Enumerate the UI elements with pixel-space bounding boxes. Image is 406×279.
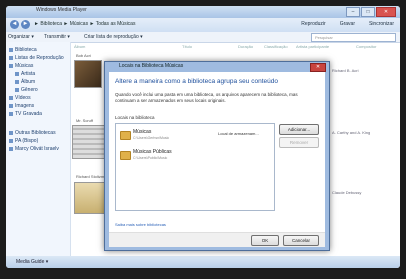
search-input[interactable]: Pesquisar xyxy=(311,33,396,42)
artist-icon xyxy=(15,71,19,76)
library-icon xyxy=(9,47,13,52)
sidebar-item-genre[interactable]: Gênero xyxy=(15,87,38,93)
create-playlist-menu[interactable]: Criar lista de reprodução ▾ xyxy=(84,34,143,40)
tab-play[interactable]: Reproduzir xyxy=(301,21,325,27)
column-composer[interactable]: Compositor xyxy=(356,44,376,49)
column-artist[interactable]: Artista participante xyxy=(296,44,329,49)
top-tabs: Reproduzir Gravar Sincronizar xyxy=(301,21,394,27)
list-item[interactable]: Músicas C:\Users\Gerhsn\Music Local de a… xyxy=(120,129,270,147)
artist-cell: A. Carthy and A. King xyxy=(332,130,371,135)
sidebar-item-library[interactable]: Biblioteca xyxy=(9,47,37,53)
window-title: Windows Media Player xyxy=(36,7,87,13)
forward-arrow-icon[interactable]: ► xyxy=(21,20,30,29)
user-icon xyxy=(9,146,13,151)
minimize-button[interactable]: – xyxy=(346,7,360,17)
ok-button[interactable]: OK xyxy=(251,235,279,246)
library-locations-dialog: Locais na Biblioteca Músicas ✕ Altere a … xyxy=(104,61,330,251)
list-item[interactable]: Músicas Públicas C:\Users\Public\Music xyxy=(120,149,270,167)
address-bar: ◄ ► ► Biblioteca ► Músicas ► Todas as Mú… xyxy=(6,18,400,32)
locations-list[interactable]: Músicas C:\Users\Gerhsn\Music Local de a… xyxy=(115,123,275,211)
column-album[interactable]: Álbum xyxy=(74,44,85,49)
sidebar-item-other-libraries[interactable]: Outras Bibliotecas xyxy=(9,130,56,136)
sidebar-item-music[interactable]: Músicas xyxy=(9,63,33,69)
album-art[interactable] xyxy=(72,125,106,159)
folder-icon xyxy=(120,151,131,160)
folder-icon xyxy=(120,131,131,140)
sidebar-item-album[interactable]: Álbum xyxy=(15,79,35,85)
image-icon xyxy=(9,103,13,108)
media-player-window: Windows Media Player – □ ✕ ◄ ► ► Bibliot… xyxy=(6,6,400,268)
remove-button[interactable]: Remover xyxy=(279,137,319,148)
artist-cell: Richard B. Acri xyxy=(332,68,359,73)
cancel-button[interactable]: Cancelar xyxy=(283,235,319,246)
album-label: Bob Acri xyxy=(76,53,91,58)
organize-menu[interactable]: Organizar ▾ xyxy=(8,34,34,40)
user-icon xyxy=(9,138,13,143)
sidebar-item-playlists[interactable]: Listas de Reprodução xyxy=(9,55,64,61)
dialog-description: Quando você inclui uma pasta em uma bibl… xyxy=(115,92,298,103)
maximize-button[interactable]: □ xyxy=(361,7,375,17)
learn-more-link[interactable]: Saiba mais sobre bibliotecas xyxy=(115,222,166,227)
back-arrow-icon[interactable]: ◄ xyxy=(10,20,19,29)
genre-icon xyxy=(15,87,19,92)
sidebar-item-artist[interactable]: Artista xyxy=(15,71,35,77)
album-art[interactable] xyxy=(74,60,102,88)
close-button[interactable]: ✕ xyxy=(376,7,396,17)
add-button[interactable]: Adicionar... xyxy=(279,124,319,135)
music-icon xyxy=(9,63,13,68)
status-bar: Media Guide ▾ xyxy=(6,256,400,268)
title-bar: Windows Media Player – □ ✕ xyxy=(6,6,400,18)
dialog-title: Locais na Biblioteca Músicas xyxy=(119,63,184,69)
sidebar-item-recorded-tv[interactable]: TV Gravada xyxy=(9,111,42,117)
dialog-close-icon[interactable]: ✕ xyxy=(310,63,326,72)
sidebar-item-user2[interactable]: Marcy Olivát Israelv xyxy=(9,146,59,152)
video-icon xyxy=(9,95,13,100)
tab-sync[interactable]: Sincronizar xyxy=(369,21,394,27)
album-art[interactable] xyxy=(74,182,106,214)
column-title[interactable]: Título xyxy=(182,44,192,49)
dialog-heading: Altere a maneira como a biblioteca agrup… xyxy=(115,78,278,85)
sidebar-item-user1[interactable]: PA (Bispo) xyxy=(9,138,38,144)
dialog-body: Altere a maneira como a biblioteca agrup… xyxy=(109,72,325,247)
sidebar-item-videos[interactable]: Vídeos xyxy=(9,95,31,101)
tab-burn[interactable]: Gravar xyxy=(340,21,355,27)
breadcrumb[interactable]: ► Biblioteca ► Músicas ► Todas as Música… xyxy=(34,21,135,27)
navigation-pane: Biblioteca Listas de Reprodução Músicas … xyxy=(6,42,71,256)
album-icon xyxy=(15,79,19,84)
album-label: Mr. Scruff xyxy=(76,118,94,123)
locations-label: Locais na biblioteca xyxy=(115,115,155,120)
window-controls: – □ ✕ xyxy=(346,7,396,17)
playlist-icon xyxy=(9,55,13,60)
column-duration[interactable]: Duração xyxy=(238,44,253,49)
media-guide-button[interactable]: Media Guide ▾ xyxy=(16,259,48,265)
stream-menu[interactable]: Transmitir ▾ xyxy=(44,34,70,40)
dialog-footer: OK Cancelar xyxy=(109,232,325,247)
sidebar-item-images[interactable]: Imagens xyxy=(9,103,34,109)
other-libraries-icon xyxy=(9,130,13,135)
column-rating[interactable]: Classificação xyxy=(264,44,288,49)
composer-cell: Claude Debussy xyxy=(332,190,362,195)
tv-icon xyxy=(9,111,13,116)
